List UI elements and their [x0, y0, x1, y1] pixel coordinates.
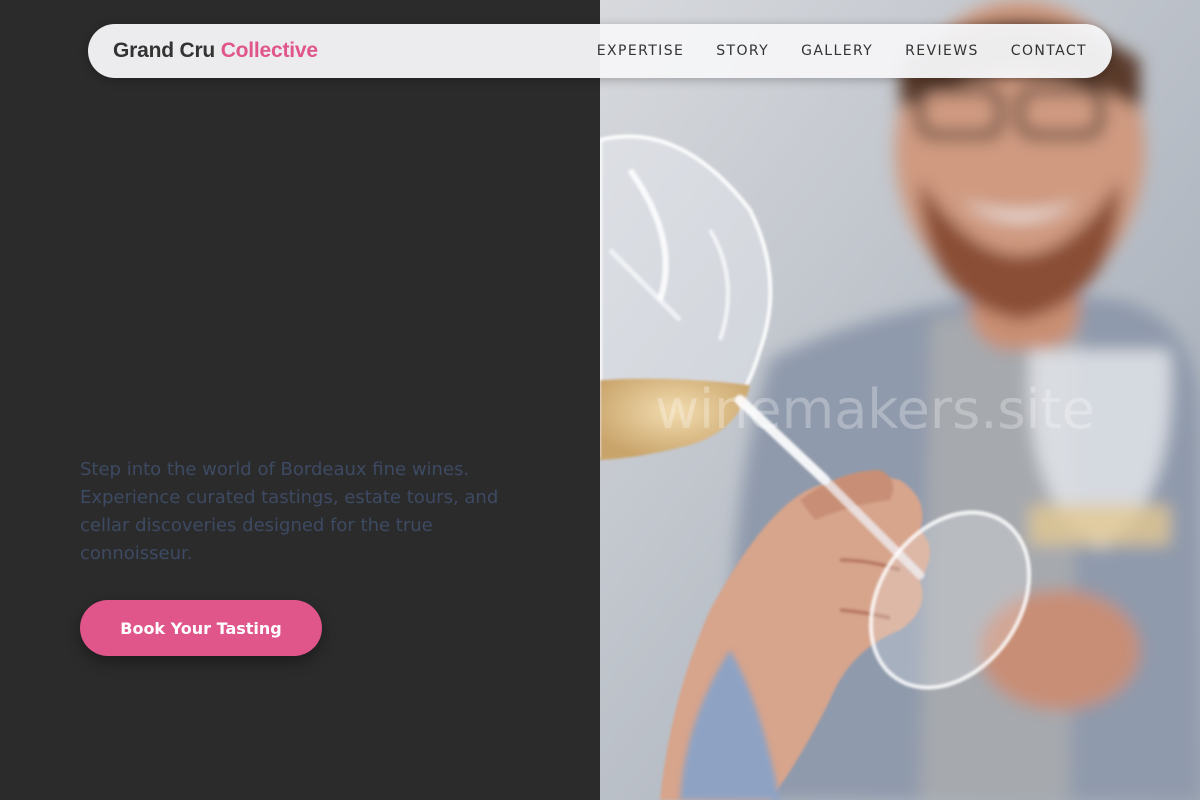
- book-tasting-button[interactable]: Book Your Tasting: [80, 600, 322, 656]
- watermark-text: winemakers.site: [655, 378, 1095, 441]
- nav-links: EXPERTISE STORY GALLERY REVIEWS CONTACT: [597, 43, 1087, 59]
- brand-logo[interactable]: Grand Cru Collective: [113, 39, 318, 63]
- nav-gallery[interactable]: GALLERY: [801, 43, 873, 59]
- navbar: Grand Cru Collective EXPERTISE STORY GAL…: [88, 24, 1112, 78]
- nav-story[interactable]: STORY: [716, 43, 769, 59]
- hero-left-panel: [0, 0, 600, 800]
- nav-reviews[interactable]: REVIEWS: [905, 43, 979, 59]
- nav-contact[interactable]: CONTACT: [1011, 43, 1087, 59]
- hero-description: Step into the world of Bordeaux fine win…: [80, 459, 499, 564]
- brand-name: Grand Cru: [113, 39, 216, 62]
- brand-accent: Collective: [220, 39, 318, 62]
- nav-expertise[interactable]: EXPERTISE: [597, 43, 684, 59]
